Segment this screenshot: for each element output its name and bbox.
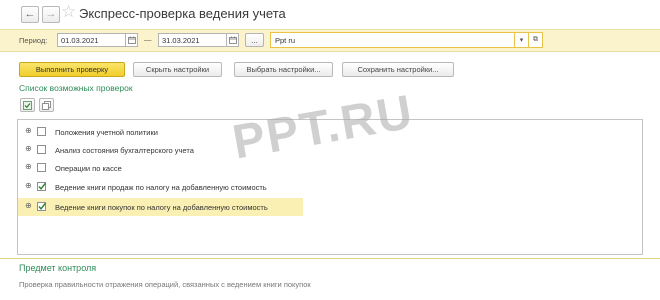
expand-icon[interactable]: ⊕ [25, 127, 32, 135]
expand-icon[interactable]: ⊕ [25, 163, 32, 171]
checkmark-icon [38, 202, 46, 210]
calendar-icon [127, 36, 136, 44]
check-all-icon [23, 100, 32, 110]
open-link-icon: ⧉ [533, 36, 538, 43]
list-item-label: Операции по кассе [55, 164, 122, 173]
checkbox[interactable] [37, 127, 46, 136]
page-title: Экспресс-проверка ведения учета [79, 6, 286, 21]
divider [0, 258, 660, 259]
organization-field[interactable]: Ppt ru [270, 32, 515, 48]
calendar-icon [228, 36, 237, 44]
title-bar: ← → ☆ Экспресс-проверка ведения учета [0, 0, 660, 28]
list-item-label: Ведение книги покупок по налогу на добав… [55, 203, 268, 212]
choose-settings-button[interactable]: Выбрать настройки... [234, 62, 333, 77]
subject-title: Предмет контроля [19, 263, 97, 273]
calendar-to-button[interactable] [227, 33, 239, 47]
arrow-right-icon: → [45, 8, 57, 20]
list-item[interactable]: ⊕ Операции по кассе [18, 159, 642, 177]
list-item-label: Ведение книги продаж по налогу на добавл… [55, 183, 267, 192]
dropdown-button[interactable]: ▾ [515, 32, 529, 48]
forward-button[interactable]: → [42, 6, 60, 23]
uncheck-all-button[interactable] [39, 98, 54, 112]
check-all-button[interactable] [20, 98, 35, 112]
period-to-field[interactable]: 31.03.2021 [158, 33, 227, 47]
chevron-down-icon: ▾ [519, 37, 524, 44]
checks-section-title: Список возможных проверок [19, 83, 133, 93]
expand-icon[interactable]: ⊕ [25, 202, 32, 210]
checkbox[interactable] [37, 163, 46, 172]
list-item-label: Положения учетной политики [55, 128, 158, 137]
select-period-button[interactable]: ... [245, 33, 264, 47]
expand-icon[interactable]: ⊕ [25, 145, 32, 153]
list-item-label: Анализ состояния бухгалтерского учета [55, 146, 194, 155]
uncheck-all-icon [42, 100, 51, 110]
period-separator: — [144, 35, 152, 44]
save-settings-button[interactable]: Сохранить настройки... [342, 62, 454, 77]
back-button[interactable]: ← [21, 6, 39, 23]
checkmark-icon [38, 182, 46, 190]
checkbox[interactable] [37, 145, 46, 154]
open-button[interactable]: ⧉ [529, 32, 543, 48]
checkbox-checked[interactable] [37, 182, 46, 191]
period-label: Период: [19, 36, 48, 45]
checkbox-checked[interactable] [37, 202, 46, 211]
period-from-field[interactable]: 01.03.2021 [57, 33, 126, 47]
list-item-selected[interactable]: ⊕ Ведение книги покупок по налогу на доб… [18, 198, 303, 216]
subject-description: Проверка правильности отражения операций… [19, 280, 311, 289]
arrow-left-icon: ← [24, 8, 36, 20]
favorite-star-icon[interactable]: ☆ [61, 3, 76, 20]
run-check-button[interactable]: Выполнить проверку [19, 62, 125, 77]
calendar-from-button[interactable] [126, 33, 138, 47]
hide-settings-button[interactable]: Скрыть настройки [133, 62, 222, 77]
list-item[interactable]: ⊕ Ведение книги продаж по налогу на доба… [18, 178, 642, 196]
expand-icon[interactable]: ⊕ [25, 182, 32, 190]
